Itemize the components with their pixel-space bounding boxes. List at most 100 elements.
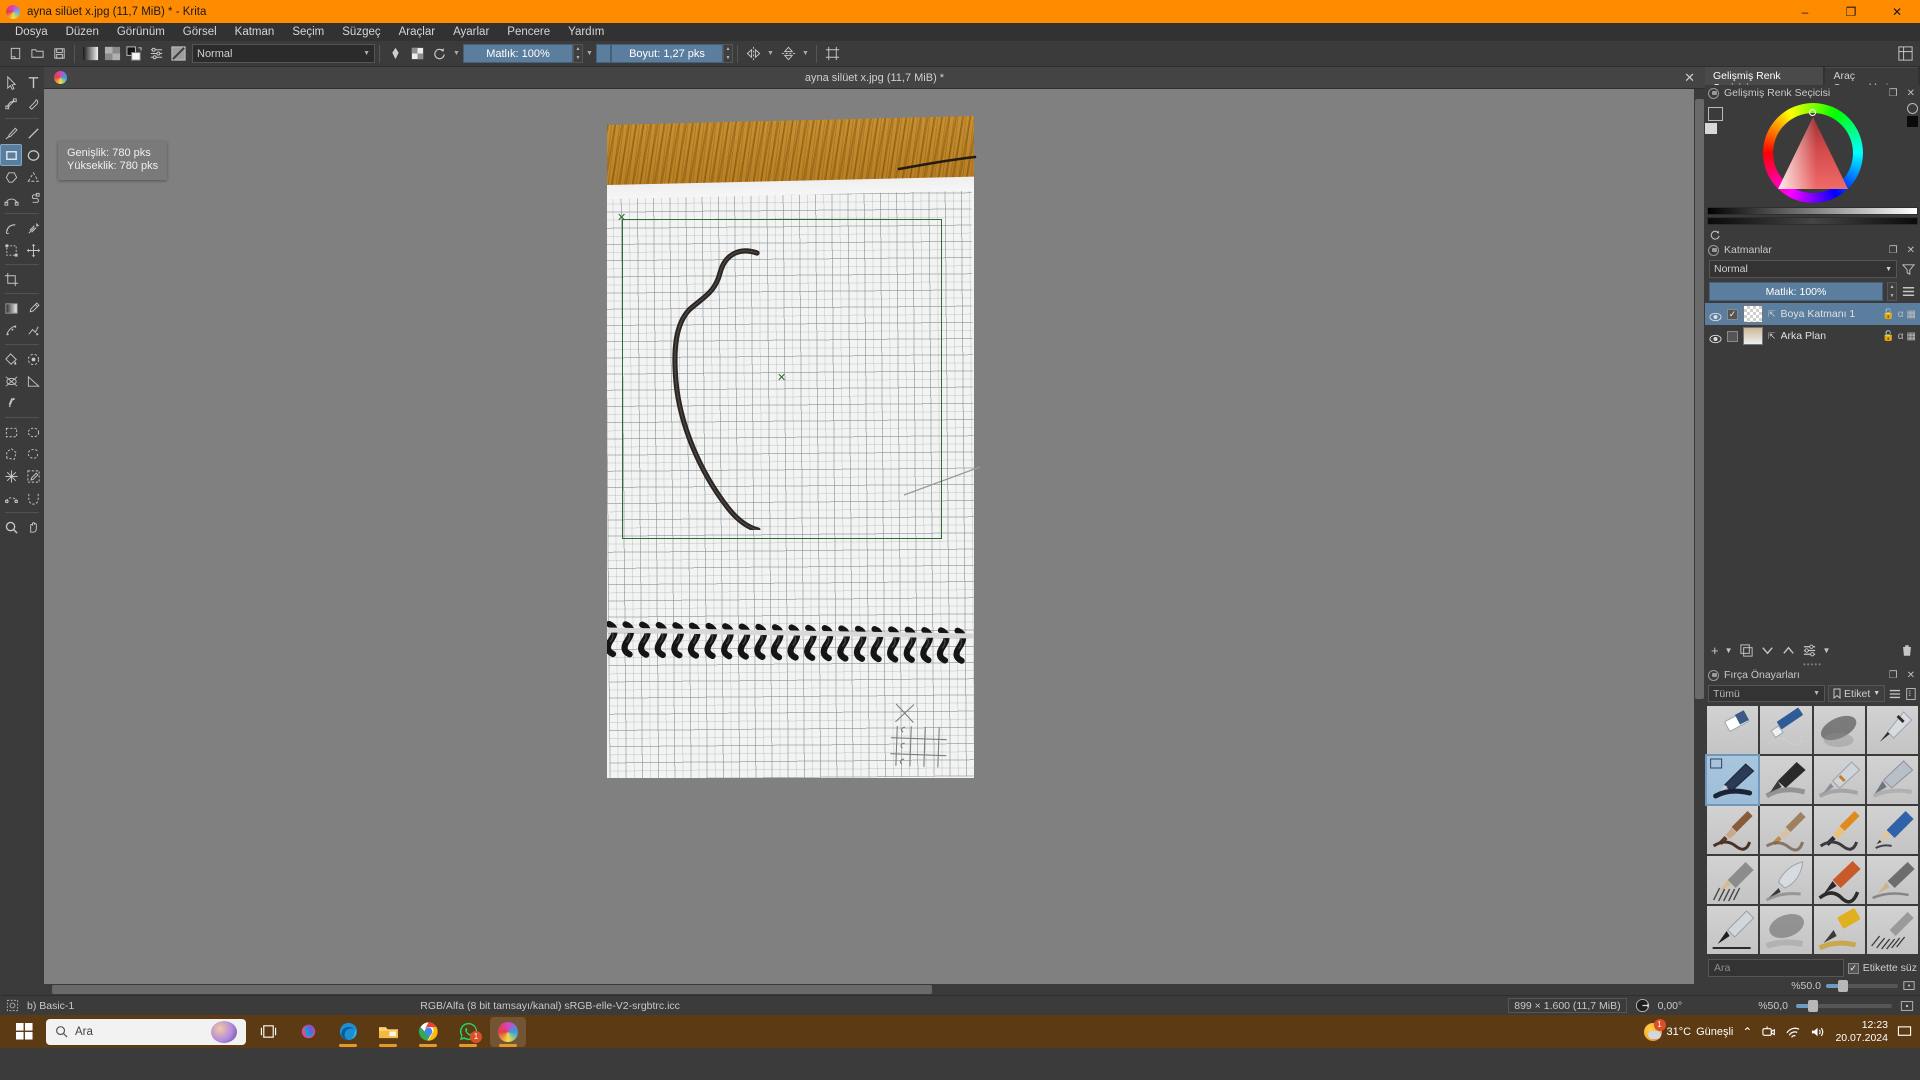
colorize-mask-tool[interactable] xyxy=(0,319,22,341)
layer-visibility-icon[interactable] xyxy=(1709,309,1722,319)
no-color-icon[interactable] xyxy=(1907,103,1918,114)
size-slider[interactable]: Boyut: 1,27 pks xyxy=(611,44,723,63)
freehand-path-tool[interactable] xyxy=(22,188,44,210)
size-spinner[interactable]: ▲▼ xyxy=(723,44,733,63)
brush-smoothing-icon[interactable] xyxy=(384,43,406,65)
lock-icon[interactable] xyxy=(1708,670,1719,681)
layer-lock-checkbox[interactable] xyxy=(1727,331,1738,342)
edit-shapes-tool[interactable] xyxy=(0,93,22,115)
size-slider-handle[interactable] xyxy=(596,44,611,63)
brush-preset-eraser-hard[interactable] xyxy=(1760,706,1811,754)
close-docker-icon[interactable]: ✕ xyxy=(1905,245,1917,256)
tray-clock[interactable]: 12:23 20.07.2024 xyxy=(1835,1019,1888,1044)
brush-preset-ink-marker-black[interactable] xyxy=(1760,756,1811,804)
move-layer-up-icon[interactable] xyxy=(1781,643,1796,658)
lock-icon[interactable] xyxy=(1708,245,1719,256)
taskbar-search[interactable]: Ara xyxy=(46,1019,246,1045)
brush-storage-icon[interactable] xyxy=(1905,687,1917,701)
color-swatch[interactable] xyxy=(1907,116,1918,127)
chevron-down-icon[interactable]: ▼ xyxy=(799,44,812,63)
blend-mode-combo[interactable]: Normal ▼ xyxy=(192,44,375,63)
color-wheel-area[interactable] xyxy=(1705,101,1920,206)
bezier-curve-tool[interactable] xyxy=(0,188,22,210)
maximize-button[interactable]: ❐ xyxy=(1828,0,1874,23)
assistant-tool[interactable] xyxy=(0,370,22,392)
polyline-tool[interactable] xyxy=(22,166,44,188)
lock-icon[interactable] xyxy=(1708,88,1719,99)
edge-icon[interactable] xyxy=(330,1017,366,1047)
add-layer-icon[interactable]: + xyxy=(1711,643,1719,658)
calligraphy-tool[interactable] xyxy=(22,93,44,115)
brush-preset-ink-quill[interactable] xyxy=(1760,856,1811,904)
text-tool[interactable] xyxy=(22,71,44,93)
brush-tag-filter-combo[interactable]: Tümü ▼ xyxy=(1708,685,1825,702)
minimize-button[interactable]: – xyxy=(1782,0,1828,23)
tray-expand-chevron-icon[interactable]: ⌃ xyxy=(1742,1025,1752,1039)
freehand-brush-tool[interactable] xyxy=(0,122,22,144)
layer-opacity-slider[interactable]: Matlık: 100% xyxy=(1709,282,1883,301)
menu-katman[interactable]: Katman xyxy=(226,25,284,39)
layer-row[interactable]: ✓⇱Boya Katmanı 1🔓α▦ xyxy=(1705,303,1920,325)
menu-yardm[interactable]: Yardım xyxy=(559,25,613,39)
line-tool[interactable] xyxy=(22,122,44,144)
alpha-checker-icon[interactable] xyxy=(406,43,428,65)
transform-tool[interactable] xyxy=(0,239,22,261)
wifi-icon[interactable] xyxy=(1785,1025,1801,1039)
brush-preset-paint-flat-brush[interactable] xyxy=(1814,806,1865,854)
layer-opacity-spinner[interactable]: ▲▼ xyxy=(1887,282,1897,301)
rectangular-selection-tool[interactable] xyxy=(0,421,22,443)
chrome-icon[interactable] xyxy=(410,1017,446,1047)
tab-advanced-color-selector[interactable]: Gelişmiş Renk Seçicisi xyxy=(1705,67,1823,85)
brush-preset-smudge-soft[interactable] xyxy=(1760,906,1811,954)
magnetic-selection-tool[interactable] xyxy=(22,487,44,509)
brush-presets-icon[interactable] xyxy=(167,43,189,65)
reset-color-icon[interactable] xyxy=(1709,229,1721,241)
status-color-profile[interactable]: RGB/Alfa (8 bit tamsayı/kanal) sRGB-elle… xyxy=(420,1000,680,1012)
reference-images-tool[interactable] xyxy=(0,392,22,414)
krita-icon[interactable] xyxy=(490,1017,526,1047)
close-docker-icon[interactable]: ✕ xyxy=(1905,670,1917,681)
brush-preset-ink-technical-pen[interactable] xyxy=(1707,906,1758,954)
move-layer-down-icon[interactable] xyxy=(1760,643,1775,658)
opacity-spinner[interactable]: ▲▼ xyxy=(573,44,583,63)
layer-lock-icon[interactable]: 🔓 xyxy=(1882,309,1894,320)
opacity-chevron-icon[interactable]: ▼ xyxy=(583,44,596,63)
layer-inherit-alpha-icon[interactable]: ▦ xyxy=(1907,331,1916,342)
add-layer-chevron-icon[interactable]: ▼ xyxy=(1725,646,1733,655)
whatsapp-icon[interactable]: 1 xyxy=(450,1017,486,1047)
layer-row[interactable]: ⇱Arka Plan🔓α▦ xyxy=(1705,325,1920,347)
elliptical-selection-tool[interactable] xyxy=(22,421,44,443)
camera-tray-icon[interactable] xyxy=(1761,1025,1776,1039)
menu-seim[interactable]: Seçim xyxy=(283,25,333,39)
mirror-horizontal-icon[interactable] xyxy=(742,43,764,65)
mirror-vertical-icon[interactable] xyxy=(777,43,799,65)
smart-patch-tool[interactable] xyxy=(22,319,44,341)
gradient-presets-icon[interactable] xyxy=(79,43,101,65)
slider-knob[interactable] xyxy=(1838,980,1848,992)
layer-visibility-icon[interactable] xyxy=(1709,331,1722,341)
zoom-tool[interactable] xyxy=(0,516,22,538)
brush-preset-eraser-soft[interactable] xyxy=(1707,706,1758,754)
similar-color-selection-tool[interactable] xyxy=(22,465,44,487)
brush-tag-button[interactable]: Etiket ▼ xyxy=(1828,685,1885,702)
brush-preset-pencil-graphite[interactable] xyxy=(1707,856,1758,904)
copilot-icon[interactable] xyxy=(290,1017,326,1047)
menu-dosya[interactable]: Dosya xyxy=(6,25,57,39)
opacity-slider[interactable]: Matlık: 100% xyxy=(463,44,573,63)
notifications-icon[interactable] xyxy=(1897,1025,1912,1039)
close-button[interactable]: ✕ xyxy=(1874,0,1920,23)
pattern-icon[interactable] xyxy=(101,43,123,65)
status-rotation[interactable]: 0,00° xyxy=(1658,1000,1683,1012)
menu-grsel[interactable]: Görsel xyxy=(174,25,226,39)
gradient-tool[interactable] xyxy=(0,297,22,319)
fill-tool[interactable] xyxy=(0,348,22,370)
brush-preset-ink-ballpoint[interactable] xyxy=(1707,756,1758,804)
menu-szge[interactable]: Süzgeç xyxy=(333,25,389,39)
dynamic-brush-tool[interactable] xyxy=(0,217,22,239)
menu-ayarlar[interactable]: Ayarlar xyxy=(444,25,498,39)
value-gradient-bar[interactable] xyxy=(1707,207,1918,215)
brush-preset-ink-gpen[interactable] xyxy=(1814,756,1865,804)
duplicate-layer-icon[interactable] xyxy=(1739,643,1754,658)
float-docker-icon[interactable]: ❐ xyxy=(1887,88,1900,99)
rectangle-tool[interactable] xyxy=(0,144,22,166)
